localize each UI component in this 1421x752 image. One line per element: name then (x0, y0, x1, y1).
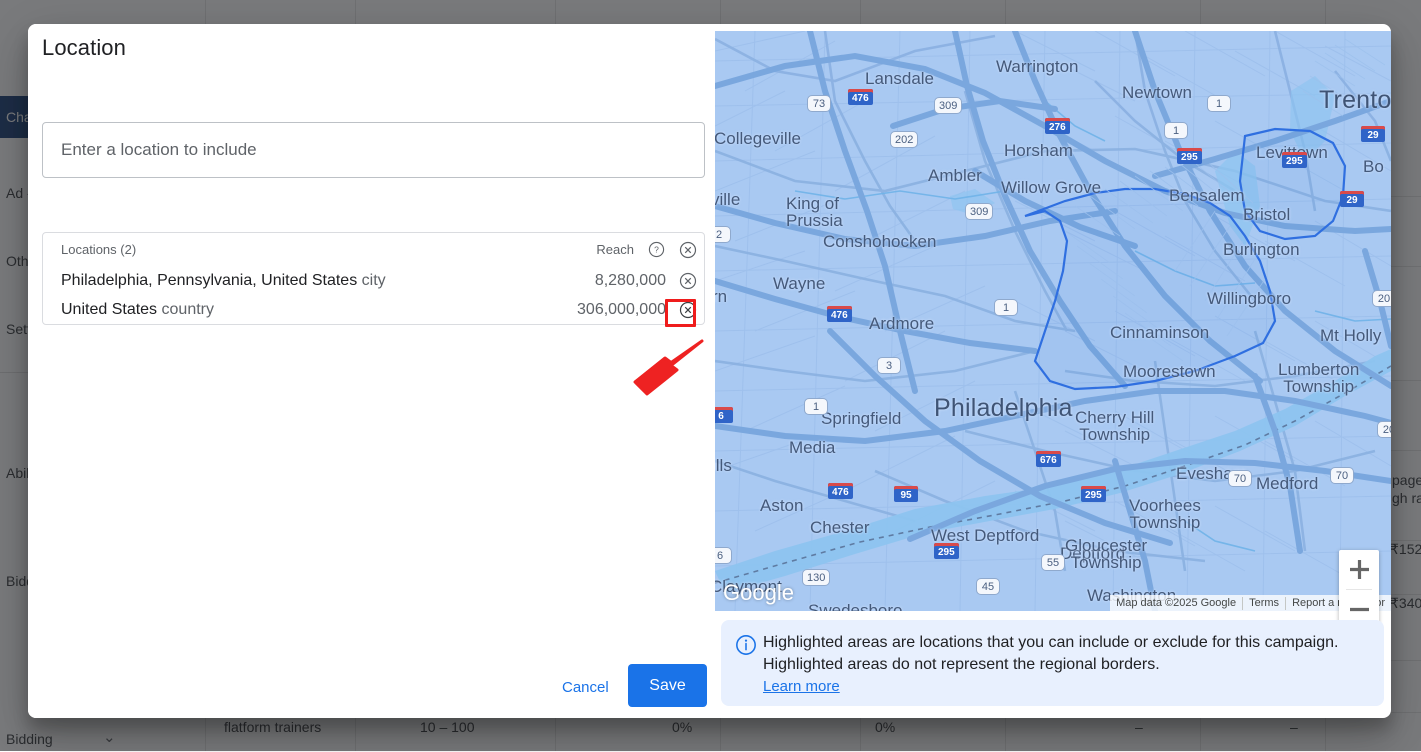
route-shield-3: 3 (877, 357, 901, 374)
dialog-right-pane: Lansdale Warrington Newtown Trenton Coll… (715, 31, 1391, 718)
route-shield-2: 2 (715, 226, 731, 243)
info-circle-icon (735, 632, 763, 694)
route-shield-309: 309 (934, 97, 962, 114)
location-reach: 8,280,000 (595, 272, 666, 290)
route-shield-i295: 295 (1177, 148, 1202, 164)
location-type: country (157, 301, 214, 318)
annotation-arrow-icon (628, 339, 706, 401)
route-shield-i6: 6 (715, 407, 733, 423)
info-panel: Highlighted areas are locations that you… (721, 620, 1384, 706)
location-type-text: country (162, 301, 214, 318)
route-shield-45: 45 (976, 578, 1000, 595)
route-shield-i276: 276 (1045, 118, 1070, 134)
help-circle-icon[interactable]: ? (640, 237, 672, 263)
route-shield-i476b: 476 (827, 306, 852, 322)
route-shield-i29b: 29 (1340, 191, 1364, 207)
remove-united-states-button[interactable] (672, 297, 704, 323)
location-type-text: city (362, 272, 386, 289)
location-name-text: Philadelphia, Pennsylvania, United State… (61, 272, 357, 289)
learn-more-link[interactable]: Learn more (763, 678, 840, 695)
svg-text:?: ? (654, 245, 659, 255)
table-row: Philadelphia, Pennsylvania, United State… (43, 266, 704, 295)
minus-icon (1350, 600, 1369, 619)
cancel-button[interactable]: Cancel (550, 670, 621, 705)
location-name: United States country (61, 301, 577, 319)
map-terms-link[interactable]: Terms (1242, 597, 1285, 610)
map-canvas[interactable]: Lansdale Warrington Newtown Trenton Coll… (715, 31, 1391, 611)
route-shield-1d: 1 (994, 299, 1018, 316)
route-shield-55: 55 (1041, 554, 1065, 571)
route-shield-i476c: 476 (828, 483, 853, 499)
route-shield-1e: 1 (804, 398, 828, 415)
route-shield-i295b: 295 (934, 543, 959, 559)
location-reach: 306,000,000 (577, 301, 666, 319)
zoom-in-button[interactable] (1339, 550, 1379, 589)
route-shield-70b: 70 (1330, 467, 1354, 484)
route-shield-20b: 20 (1377, 421, 1391, 438)
location-name-text: United States (61, 301, 157, 318)
page-title: Location (42, 35, 126, 61)
remove-philadelphia-button[interactable] (672, 268, 704, 294)
route-shield-70: 70 (1228, 470, 1252, 487)
route-shield-6b: 6 (715, 547, 732, 564)
locations-header-row: Locations (2) Reach ? (43, 233, 704, 266)
route-shield-i295c: 295 (1081, 486, 1106, 502)
route-shield-309b: 309 (965, 203, 993, 220)
route-shield-i29: 29 (1361, 126, 1385, 142)
search-input[interactable] (43, 123, 704, 177)
route-shield-20: 20 (1372, 290, 1391, 307)
locations-count-label: Locations (2) (61, 242, 596, 257)
route-shield-i476: 476 (848, 89, 873, 105)
route-shield-i295d: 295 (1282, 152, 1307, 168)
reach-column-header: Reach (596, 242, 634, 257)
dialog-left-pane: Location Locations (2) Reach ? (28, 24, 715, 718)
route-shield-1c: 1 (1164, 122, 1188, 139)
info-panel-text: Highlighted areas are locations that you… (763, 632, 1370, 677)
route-shield-i676: 676 (1036, 451, 1061, 467)
info-panel-body: Highlighted areas are locations that you… (763, 632, 1370, 694)
google-logo: Google (723, 580, 794, 606)
location-type: city (357, 272, 385, 289)
route-shield-130: 130 (802, 569, 830, 586)
location-name: Philadelphia, Pennsylvania, United State… (61, 272, 595, 290)
remove-all-locations-button[interactable] (672, 237, 704, 263)
route-shield-202: 202 (890, 131, 918, 148)
location-dialog: Location Locations (2) Reach ? (28, 24, 1391, 718)
route-shield-73: 73 (807, 95, 831, 112)
locations-card: Locations (2) Reach ? Philadelphia, Pe (42, 232, 705, 325)
map-zoom-controls (1339, 550, 1379, 630)
table-row: United States country 306,000,000 (43, 295, 704, 324)
route-shield-1b: 1 (1207, 95, 1231, 112)
map-data-credit: Map data ©2025 Google (1110, 597, 1242, 610)
save-button[interactable]: Save (628, 664, 707, 707)
plus-icon (1350, 560, 1369, 579)
route-shield-i95: 95 (894, 486, 918, 502)
location-input-wrapper[interactable] (42, 122, 705, 178)
